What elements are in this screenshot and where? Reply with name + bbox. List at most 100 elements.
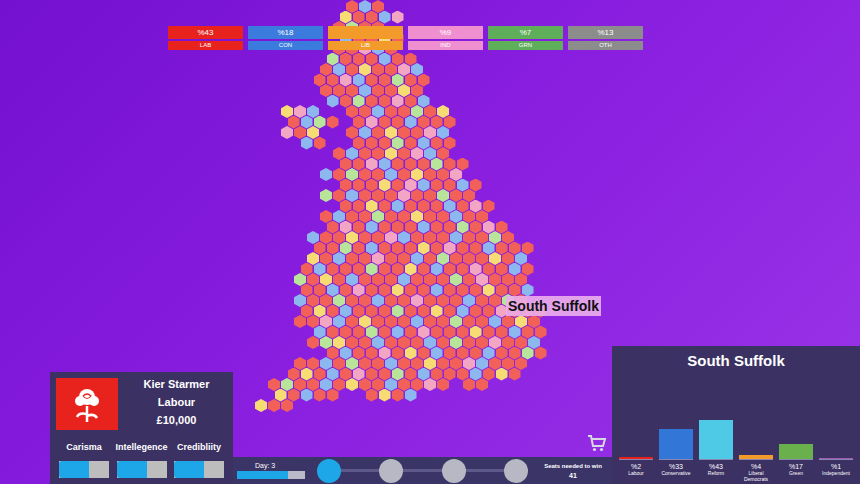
map-hex[interactable] [307,315,319,328]
map-hex[interactable] [327,242,339,255]
map-hex[interactable] [340,74,352,87]
map-hex[interactable] [476,315,488,328]
map-hex[interactable] [463,336,475,349]
map-hex[interactable] [418,263,430,276]
map-hex[interactable] [437,147,449,160]
map-hex[interactable] [463,315,475,328]
map-hex[interactable] [359,252,371,265]
map-hex[interactable] [333,84,345,97]
map-hex[interactable] [327,368,339,381]
map-hex[interactable] [431,179,443,192]
map-hex[interactable] [437,168,449,181]
map-hex[interactable] [379,200,391,213]
map-hex[interactable] [450,294,462,307]
map-hex[interactable] [476,294,488,307]
map-hex[interactable] [392,347,404,360]
map-hex[interactable] [411,315,423,328]
map-hex[interactable] [379,221,391,234]
map-hex[interactable] [327,305,339,318]
map-hex[interactable] [496,284,508,297]
map-hex[interactable] [307,273,319,286]
map-hex[interactable] [392,326,404,339]
map-hex[interactable] [346,273,358,286]
map-hex[interactable] [385,336,397,349]
map-hex[interactable] [327,53,339,66]
map-hex[interactable] [483,305,495,318]
map-hex[interactable] [483,263,495,276]
map-hex[interactable] [437,105,449,118]
map-hex[interactable] [320,336,332,349]
map-hex[interactable] [379,74,391,87]
map-hex[interactable] [372,252,384,265]
map-hex[interactable] [450,252,462,265]
map-hex[interactable] [385,378,397,391]
map-hex[interactable] [457,179,469,192]
map-hex[interactable] [535,326,547,339]
map-hex[interactable] [398,357,410,370]
map-hex[interactable] [450,231,462,244]
map-hex[interactable] [353,158,365,171]
map-hex[interactable] [405,305,417,318]
map-hex[interactable] [366,158,378,171]
map-hex[interactable] [463,378,475,391]
map-hex[interactable] [457,158,469,171]
map-hex[interactable] [483,347,495,360]
map-hex[interactable] [444,305,456,318]
map-hex[interactable] [392,200,404,213]
map-hex[interactable] [437,378,449,391]
map-hex[interactable] [333,336,345,349]
map-hex[interactable] [476,378,488,391]
map-hex[interactable] [320,210,332,223]
map-hex[interactable] [424,294,436,307]
map-hex[interactable] [496,242,508,255]
map-hex[interactable] [301,389,313,402]
map-hex[interactable] [314,242,326,255]
map-hex[interactable] [353,263,365,276]
map-hex[interactable] [392,158,404,171]
map-hex[interactable] [418,305,430,318]
map-hex[interactable] [359,294,371,307]
map-hex[interactable] [359,84,371,97]
map-hex[interactable] [398,63,410,76]
map-hex[interactable] [411,294,423,307]
map-hex[interactable] [392,137,404,150]
map-hex[interactable] [431,305,443,318]
map-hex[interactable] [431,158,443,171]
map-hex[interactable] [281,105,293,118]
map-hex[interactable] [346,231,358,244]
map-hex[interactable] [346,63,358,76]
map-hex[interactable] [463,357,475,370]
map-hex[interactable] [307,336,319,349]
map-hex[interactable] [346,105,358,118]
map-hex[interactable] [405,158,417,171]
map-hex[interactable] [353,116,365,129]
map-hex[interactable] [515,315,527,328]
map-hex[interactable] [366,95,378,108]
map-hex[interactable] [372,378,384,391]
map-hex[interactable] [366,179,378,192]
map-hex[interactable] [424,126,436,139]
map-hex[interactable] [307,126,319,139]
map-hex[interactable] [307,357,319,370]
map-hex[interactable] [476,231,488,244]
map-hex[interactable] [301,263,313,276]
map-hex[interactable] [496,326,508,339]
map-hex[interactable] [398,315,410,328]
map-hex[interactable] [450,189,462,202]
map-hex[interactable] [366,326,378,339]
map-hex[interactable] [418,347,430,360]
map-hex[interactable] [392,368,404,381]
map-hex[interactable] [366,242,378,255]
timeline-step[interactable] [504,459,528,483]
map-hex[interactable] [359,336,371,349]
map-hex[interactable] [470,305,482,318]
map-hex[interactable] [320,357,332,370]
map-hex[interactable] [437,210,449,223]
map-hex[interactable] [450,210,462,223]
map-hex[interactable] [346,210,358,223]
map-hex[interactable] [405,137,417,150]
map-hex[interactable] [424,147,436,160]
map-hex[interactable] [307,252,319,265]
map-hex[interactable] [359,147,371,160]
map-hex[interactable] [379,284,391,297]
